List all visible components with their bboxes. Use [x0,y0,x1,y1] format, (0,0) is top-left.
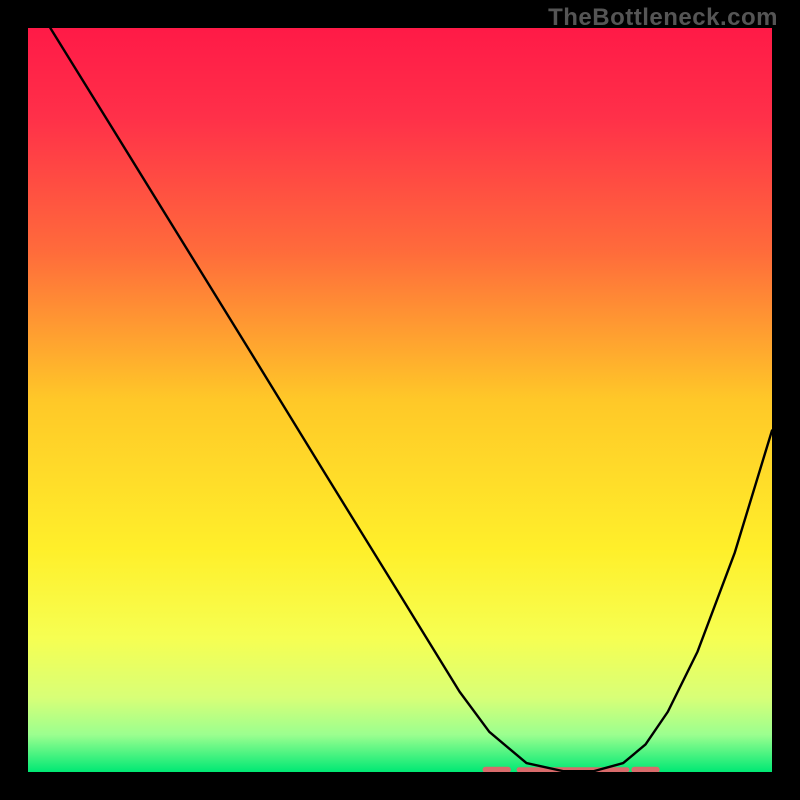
chart-svg [28,28,772,772]
watermark-text: TheBottleneck.com [548,4,778,32]
chart-background [28,28,772,772]
chart-plot-area [28,28,772,772]
